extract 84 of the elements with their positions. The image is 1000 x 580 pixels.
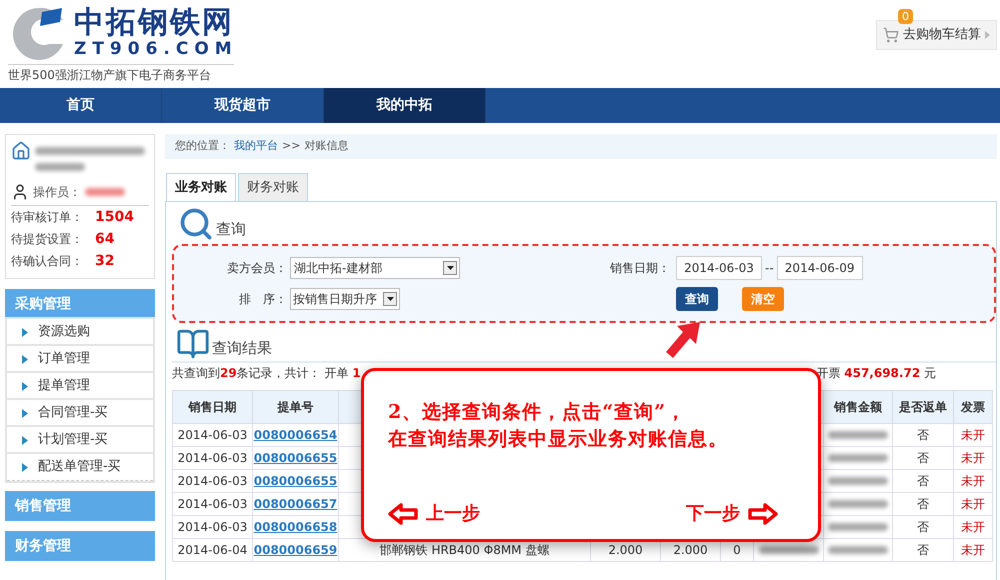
field-label: 卖方会员： [226,260,287,277]
cart-count-badge: 0 [898,9,913,24]
next-step-button[interactable]: 下一步 [686,500,778,527]
bullet-icon [22,354,28,364]
dropdown-icon [383,292,397,306]
stat-value: 1504 [95,208,134,226]
tip-text: 在查询结果列表中显示业务对账信息。 [388,427,729,452]
date-to-field[interactable]: 2014-06-09 [776,256,863,280]
table-cell: 未开 [954,424,992,446]
logo-name: 中拓钢铁网 [74,6,235,40]
table-cell: 否 [892,424,954,446]
book-icon [176,327,210,361]
table-cell: 2014-06-04 [172,538,252,562]
blurred-text [85,188,125,196]
bullet-icon [22,462,28,472]
stat-label: 待提货设置： [11,231,84,248]
table-cell: 未开 [954,446,992,470]
blurred-text [828,454,888,462]
slogan: 世界500强浙江物产旗下电子商务平台 [8,64,234,84]
bullet-icon [22,382,28,390]
caret-icon [985,31,990,39]
pointer-arrow-icon [666,322,700,358]
tab[interactable]: 财务对账 [238,173,308,202]
query-button[interactable]: 查询 [676,287,718,311]
date-from-field[interactable]: 2014-06-03 [676,256,762,280]
table-cell: 2014-06-03 [172,470,252,492]
column-header: 销售金额 [824,390,892,424]
column-header: 是否返单 [892,390,954,424]
breadcrumb-label: 您的位置： [175,138,230,154]
blurred-text [758,546,818,554]
logo-domain: ZT906.COM [74,40,238,58]
column-header: 提单号 [252,390,338,424]
home-icon [11,141,31,161]
blurred-text [828,431,888,439]
field-label: 销售日期： [610,260,671,277]
table-cell: 2014-06-03 [172,516,252,538]
stat-value: 64 [95,230,114,248]
right-arrow-icon [748,502,778,524]
table-cell: 否 [892,492,954,516]
blurred-text [828,523,888,531]
tab[interactable]: 业务对账 [166,173,236,202]
bullet-icon [22,328,28,336]
bullet-icon [22,408,28,418]
table-cell: 否 [892,516,954,538]
breadcrumb-link[interactable]: 我的平台 [234,138,278,155]
previous-step-button[interactable]: 上一步 [388,500,480,527]
tip-text: 2、选择查询条件，点击“查询”， [388,400,688,425]
blurred-text [828,477,888,485]
stat-label: 待确认合同： [11,253,84,270]
results-summary: 共查询到29条记录，共计： 开单 1 [172,365,361,382]
table-cell: 2014-06-03 [172,424,252,446]
breadcrumb-separator: >> [282,138,300,154]
table-cell: 否 [892,538,954,562]
table-cell: 2014-06-03 [172,492,252,516]
cart-button[interactable]: 去购物车结算 [876,20,997,50]
table-cell: 未开 [954,538,992,562]
column-header: 发票 [954,390,992,424]
dropdown-icon [443,261,457,275]
sort-select[interactable]: 按销售日期升序 [290,288,400,310]
table-cell: 未开 [954,516,992,538]
bullet-icon [22,436,28,444]
stat-label: 待审核订单： [11,209,84,226]
table-cell: 未开 [954,470,992,492]
stat-value: 32 [95,252,114,270]
nav-item[interactable]: 我的中拓 [324,88,486,123]
date-separator: -- [765,260,774,277]
query-title: 查询 [216,218,246,240]
user-icon [11,183,29,201]
operator-label: 操作员： [33,184,81,201]
blurred-text [35,163,85,171]
member-select[interactable]: 湖北中拓-建材部 [290,257,460,279]
table-cell: 否 [892,446,954,470]
table-cell: 未开 [954,492,992,516]
column-header: 销售日期 [172,390,252,424]
blurred-text [828,500,888,508]
table-cell: 2014-06-03 [172,446,252,470]
results-title: 查询结果 [212,338,272,358]
table-cell: 否 [892,470,954,492]
breadcrumb-current: 对账信息 [304,138,348,154]
cart-icon [883,27,899,43]
field-label: 排 序： [238,291,287,308]
blurred-text [828,546,888,554]
search-icon [178,206,214,242]
left-arrow-icon [388,502,418,524]
